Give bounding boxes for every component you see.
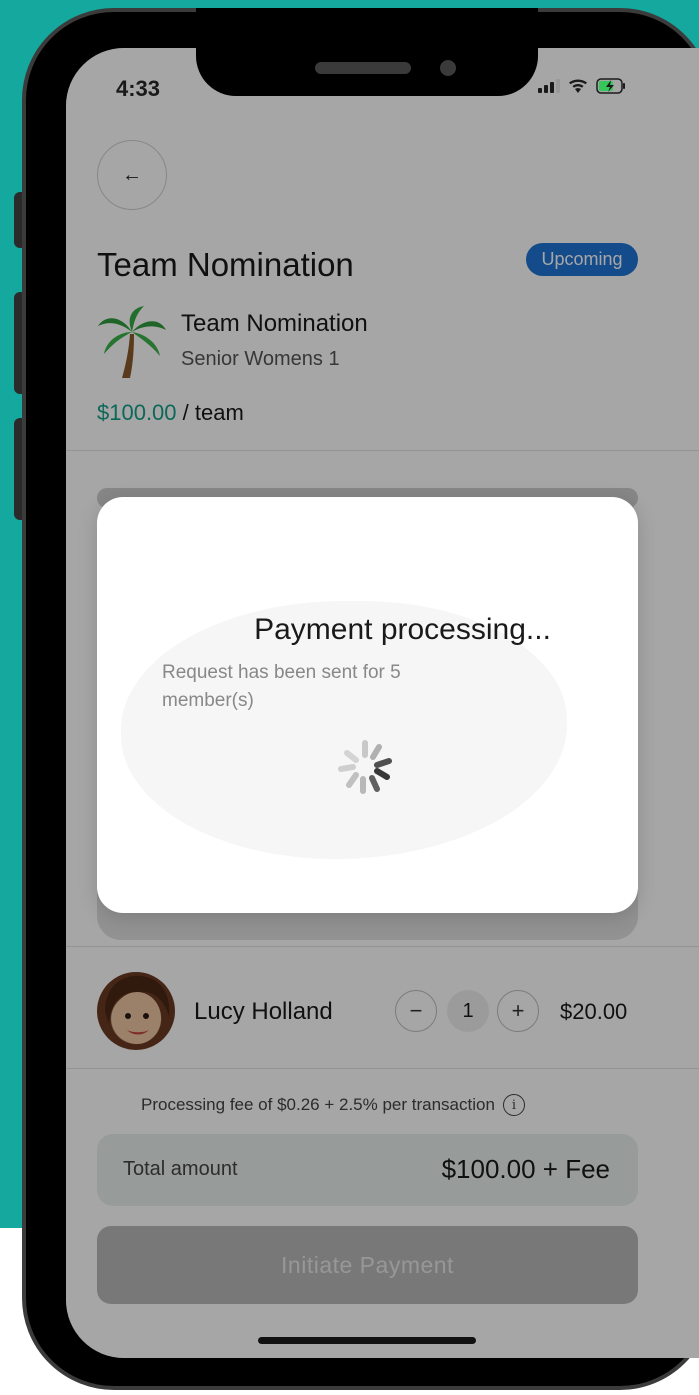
phone-camera xyxy=(440,60,456,76)
modal-title: Payment processing... xyxy=(254,613,551,646)
phone-notch xyxy=(196,8,538,96)
phone-speaker xyxy=(315,62,411,74)
status-time: 4:33 xyxy=(116,76,161,101)
payment-processing-modal: Payment processing... Request has been s… xyxy=(97,497,638,913)
signal-icon xyxy=(538,79,560,93)
battery-charging-icon xyxy=(596,78,625,94)
status-icons xyxy=(538,78,626,94)
wifi-icon xyxy=(569,79,587,93)
modal-message: Request has been sent for 5 member(s) xyxy=(162,662,401,711)
home-indicator[interactable] xyxy=(258,1337,476,1344)
loading-spinner-icon xyxy=(338,740,392,794)
